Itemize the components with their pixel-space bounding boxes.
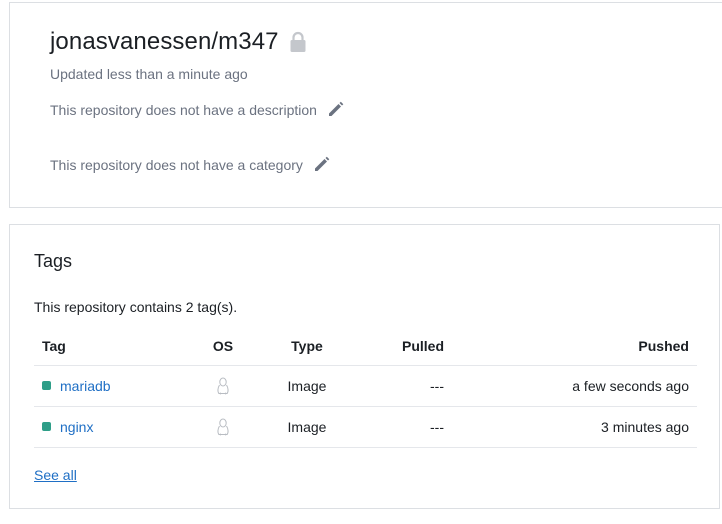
pulled-cell: --- xyxy=(352,406,452,448)
tag-status-dot xyxy=(42,422,51,431)
tags-table: Tag OS Type Pulled Pushed mariadb Image … xyxy=(34,327,697,448)
table-row: mariadb Image --- a few seconds ago xyxy=(34,365,697,407)
edit-description-pencil-icon[interactable] xyxy=(327,101,344,118)
tags-table-header-row: Tag OS Type Pulled Pushed xyxy=(34,327,697,366)
repository-category-text: This repository does not have a category xyxy=(50,156,303,173)
tag-cell: nginx xyxy=(34,406,184,448)
lock-icon xyxy=(289,31,307,53)
column-header-tag: Tag xyxy=(34,327,184,366)
linux-icon xyxy=(216,377,230,395)
tag-link-mariadb[interactable]: mariadb xyxy=(60,378,111,394)
table-row: nginx Image --- 3 minutes ago xyxy=(34,406,697,448)
linux-icon xyxy=(216,418,230,436)
type-cell: Image xyxy=(262,365,352,407)
repository-name: jonasvanessen/m347 xyxy=(50,28,279,55)
os-cell xyxy=(184,406,262,448)
pulled-cell: --- xyxy=(352,365,452,407)
repository-header-card: jonasvanessen/m347 Updated less than a m… xyxy=(9,2,722,208)
tags-heading: Tags xyxy=(34,251,73,271)
tag-status-dot xyxy=(42,381,51,390)
repository-title: jonasvanessen/m347 xyxy=(50,28,307,56)
repository-category: This repository does not have a category xyxy=(50,156,330,173)
repository-description-text: This repository does not have a descript… xyxy=(50,101,317,118)
pushed-cell: 3 minutes ago xyxy=(452,406,697,448)
pushed-cell: a few seconds ago xyxy=(452,365,697,407)
column-header-pushed: Pushed xyxy=(452,327,697,366)
repository-updated-text: Updated less than a minute ago xyxy=(50,66,248,82)
column-header-type: Type xyxy=(262,327,352,366)
edit-category-pencil-icon[interactable] xyxy=(313,156,330,173)
see-all-link[interactable]: See all xyxy=(34,467,77,483)
tag-cell: mariadb xyxy=(34,365,184,407)
tags-summary: This repository contains 2 tag(s). xyxy=(34,299,238,315)
tags-card: Tags This repository contains 2 tag(s). … xyxy=(9,224,720,509)
column-header-pulled: Pulled xyxy=(352,327,452,366)
repository-description: This repository does not have a descript… xyxy=(50,101,344,118)
tag-link-nginx[interactable]: nginx xyxy=(60,419,93,435)
type-cell: Image xyxy=(262,406,352,448)
column-header-os: OS xyxy=(184,327,262,366)
os-cell xyxy=(184,365,262,407)
